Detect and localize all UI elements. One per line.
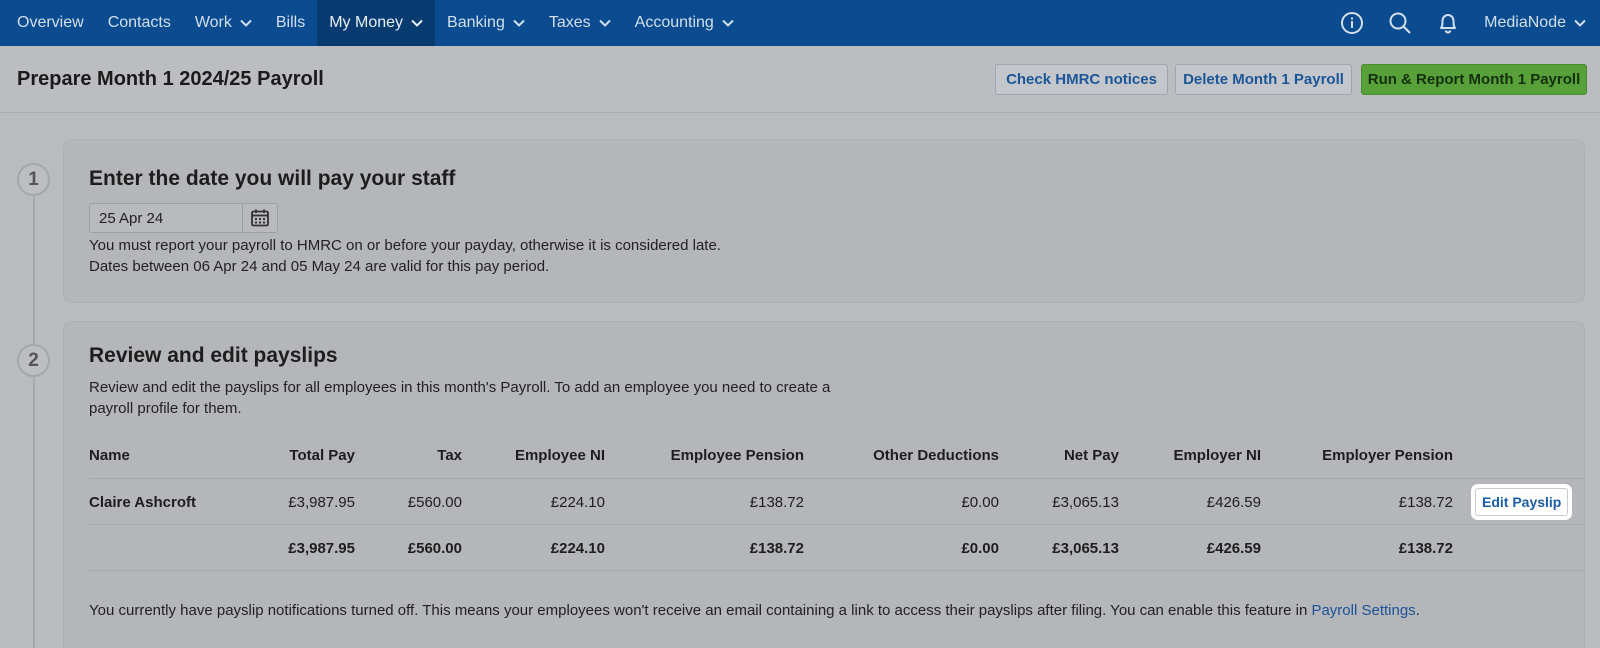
employee-ni-total: £224.10 bbox=[550, 539, 605, 557]
pay-date-input[interactable]: 25 Apr 24 bbox=[89, 203, 243, 233]
tax-cell: £560.00 bbox=[407, 493, 462, 511]
nav-item-my-money[interactable]: My Money bbox=[317, 0, 436, 46]
chevron-down-icon bbox=[722, 19, 734, 27]
step-review-payslips-card: Review and edit payslips Review and edit… bbox=[63, 321, 1585, 648]
step-pay-date-card: Enter the date you will pay your staff 2… bbox=[63, 139, 1585, 303]
chevron-down-icon bbox=[411, 19, 423, 27]
notice-text: You currently have payslip notifications… bbox=[89, 602, 1312, 619]
column-header-employer-pension: Employer Pension bbox=[1322, 446, 1453, 464]
late-warning-text: You must report your payroll to HMRC on … bbox=[89, 237, 721, 254]
column-header-net-pay: Net Pay bbox=[1063, 446, 1119, 464]
chevron-down-icon bbox=[598, 19, 611, 27]
table-totals-row: £3,987.95 £560.00 £224.10 £138.72 £0.00 … bbox=[89, 524, 1584, 570]
other-deductions-total: £0.00 bbox=[961, 539, 999, 557]
column-header-employee-pension: Employee Pension bbox=[670, 446, 804, 464]
column-header-other-deductions: Other Deductions bbox=[873, 446, 999, 464]
employer-pension-total: £138.72 bbox=[1398, 539, 1453, 557]
check-hmrc-notices-button[interactable]: Check HMRC notices bbox=[995, 64, 1168, 95]
notice-end: . bbox=[1415, 602, 1420, 619]
info-icon[interactable] bbox=[1328, 0, 1376, 46]
table-bottom-divider bbox=[89, 570, 1584, 571]
run-report-payroll-button[interactable]: Run & Report Month 1 Payroll bbox=[1361, 64, 1587, 95]
payroll-settings-link[interactable]: Payroll Settings bbox=[1311, 602, 1415, 619]
nav-menu: Overview Contacts Work Bills My Money Ba… bbox=[0, 0, 746, 46]
employer-ni-total: £426.59 bbox=[1206, 539, 1261, 557]
page-title: Prepare Month 1 2024/25 Payroll bbox=[17, 68, 324, 90]
top-navigation: Overview Contacts Work Bills My Money Ba… bbox=[0, 0, 1600, 46]
nav-item-taxes[interactable]: Taxes bbox=[537, 0, 623, 46]
employee-name: Claire Ashcroft bbox=[89, 493, 196, 511]
employee-pension-total: £138.72 bbox=[749, 539, 804, 557]
nav-item-label: Bills bbox=[275, 14, 306, 31]
tax-total: £560.00 bbox=[407, 539, 462, 557]
search-icon[interactable] bbox=[1376, 0, 1424, 46]
chevron-down-icon bbox=[240, 19, 252, 27]
nav-item-overview[interactable]: Overview bbox=[0, 0, 96, 46]
nav-item-label: My Money bbox=[329, 14, 404, 31]
nav-item-accounting[interactable]: Accounting bbox=[623, 0, 746, 46]
delete-payroll-button[interactable]: Delete Month 1 Payroll bbox=[1175, 64, 1352, 95]
employee-ni-cell: £224.10 bbox=[550, 493, 605, 511]
employer-ni-cell: £426.59 bbox=[1206, 493, 1261, 511]
nav-item-label: Contacts bbox=[107, 14, 171, 31]
nav-utilities: MediaNode bbox=[1328, 0, 1600, 46]
nav-item-label: Taxes bbox=[548, 14, 591, 31]
edit-payslip-button[interactable]: Edit Payslip bbox=[1475, 488, 1569, 516]
column-header-employee-ni: Employee NI bbox=[514, 446, 605, 464]
column-header-total-pay: Total Pay bbox=[289, 446, 355, 464]
page-header: Prepare Month 1 2024/25 Payroll Check HM… bbox=[0, 46, 1600, 113]
table-header: Name Total Pay Tax Employee NI Employee … bbox=[89, 432, 1584, 478]
step-timeline bbox=[33, 196, 35, 648]
step-title: Enter the date you will pay your staff bbox=[89, 167, 456, 190]
step-number-1: 1 bbox=[17, 163, 50, 196]
employer-pension-cell: £138.72 bbox=[1398, 493, 1453, 511]
chevron-down-icon bbox=[513, 19, 525, 27]
net-pay-total: £3,065.13 bbox=[1052, 539, 1119, 557]
table-row: Claire Ashcroft £3,987.95 £560.00 £224.1… bbox=[89, 478, 1584, 524]
step-title: Review and edit payslips bbox=[89, 344, 338, 367]
calendar-icon[interactable] bbox=[242, 203, 278, 233]
payslip-notification-notice: You currently have payslip notifications… bbox=[89, 602, 1420, 619]
nav-item-label: Accounting bbox=[634, 14, 714, 31]
nav-item-bills[interactable]: Bills bbox=[264, 0, 317, 46]
review-instructions-line-1: Review and edit the payslips for all emp… bbox=[89, 379, 831, 396]
nav-item-label: Banking bbox=[447, 14, 505, 31]
nav-item-banking[interactable]: Banking bbox=[435, 0, 537, 46]
column-header-name: Name bbox=[89, 446, 130, 464]
employee-pension-cell: £138.72 bbox=[749, 493, 804, 511]
nav-item-label: Work bbox=[194, 14, 232, 31]
bell-icon[interactable] bbox=[1424, 0, 1472, 46]
nav-item-label: Overview bbox=[17, 14, 84, 31]
total-pay-total: £3,987.95 bbox=[288, 539, 355, 557]
chevron-down-icon bbox=[1574, 19, 1586, 27]
valid-dates-text: Dates between 06 Apr 24 and 05 May 24 ar… bbox=[89, 258, 550, 275]
column-header-tax: Tax bbox=[437, 446, 462, 464]
nav-item-contacts[interactable]: Contacts bbox=[96, 0, 183, 46]
user-name: MediaNode bbox=[1484, 14, 1566, 31]
net-pay-cell: £3,065.13 bbox=[1052, 493, 1119, 511]
nav-item-work[interactable]: Work bbox=[183, 0, 264, 46]
total-pay-cell: £3,987.95 bbox=[288, 493, 355, 511]
user-menu[interactable]: MediaNode bbox=[1472, 0, 1600, 46]
other-deductions-cell: £0.00 bbox=[961, 493, 999, 511]
review-instructions-line-2: payroll profile for them. bbox=[89, 400, 242, 417]
column-header-employer-ni: Employer NI bbox=[1173, 446, 1261, 464]
step-number-2: 2 bbox=[17, 344, 50, 377]
